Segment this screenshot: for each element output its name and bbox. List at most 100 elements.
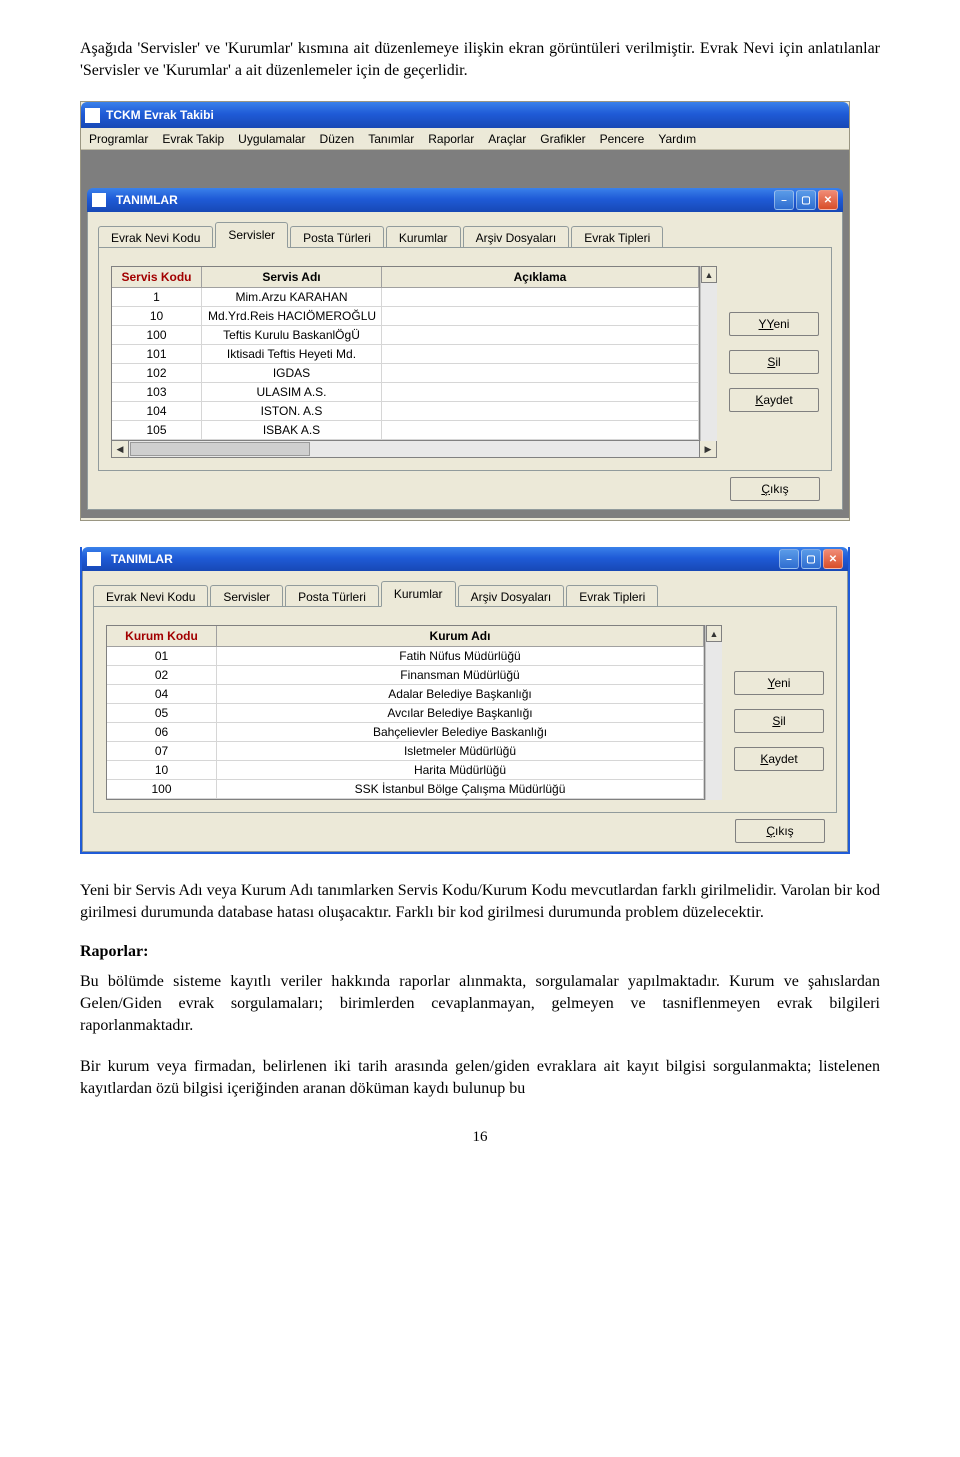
tab-servisler[interactable]: Servisler [210,585,283,608]
vertical-scrollbar[interactable]: ▲ [705,625,722,800]
scroll-left-icon[interactable]: ◀ [112,441,129,457]
tab-evrak-tipleri[interactable]: Evrak Tipleri [566,585,658,608]
menu-programlar[interactable]: Programlar [89,132,148,146]
cell: Harita Müdürlüğü [217,761,704,779]
col-servis-adi[interactable]: Servis Adı [202,267,382,287]
cell: Avcılar Belediye Başkanlığı [217,704,704,722]
app-title: TCKM Evrak Takibi [106,108,845,122]
kaydet-button[interactable]: Kaydet [734,747,824,771]
table-row[interactable]: 06Bahçelievler Belediye Baskanlığı [107,723,704,742]
cell [382,421,699,439]
col-kurum-kodu[interactable]: Kurum Kodu [107,626,217,646]
maximize-button[interactable]: ▢ [796,190,816,210]
doc-para2: Bu bölümde sisteme kayıtlı veriler hakkı… [80,971,880,1036]
menu-pencere[interactable]: Pencere [600,132,645,146]
table-row[interactable]: 01Fatih Nüfus Müdürlüğü [107,647,704,666]
menu-uygulamalar[interactable]: Uygulamalar [238,132,305,146]
cell: 06 [107,723,217,741]
cikis-button[interactable]: Çıkış [730,477,820,501]
doc-heading-raporlar: Raporlar: [80,943,880,961]
cell: 104 [112,402,202,420]
table-row[interactable]: 05Avcılar Belediye Başkanlığı [107,704,704,723]
cell: Fatih Nüfus Müdürlüğü [217,647,704,665]
menu-grafikler[interactable]: Grafikler [540,132,585,146]
menu-araclar[interactable]: Araçlar [488,132,526,146]
tab-arsiv-dosyalari[interactable]: Arşiv Dosyaları [463,226,570,249]
table-row[interactable]: 104ISTON. A.S [112,402,699,421]
close-button[interactable]: ✕ [818,190,838,210]
yeni-button[interactable]: Yeni [734,671,824,695]
cell: SSK İstanbul Bölge Çalışma Müdürlüğü [217,780,704,798]
cell: IGDAS [202,364,382,382]
col-aciklama[interactable]: Açıklama [382,267,699,287]
table-row[interactable]: 102IGDAS [112,364,699,383]
cell [382,402,699,420]
cell: Md.Yrd.Reis HACIÖMEROĞLU [202,307,382,325]
menu-yardim[interactable]: Yardım [658,132,696,146]
servisler-grid[interactable]: Servis Kodu Servis Adı Açıklama 1Mim.Arz… [111,266,700,441]
table-row[interactable]: 101Iktisadi Teftis Heyeti Md. [112,345,699,364]
table-row[interactable]: 100SSK İstanbul Bölge Çalışma Müdürlüğü [107,780,704,799]
screenshot-kurumlar: TANIMLAR – ▢ ✕ Evrak Nevi Kodu Servisler… [80,547,850,854]
col-servis-kodu[interactable]: Servis Kodu [112,267,202,287]
cell: Adalar Belediye Başkanlığı [217,685,704,703]
vertical-scrollbar[interactable]: ▲ [700,266,717,441]
cikis-button[interactable]: Çıkış [735,819,825,843]
tab-posta-turleri[interactable]: Posta Türleri [285,585,379,608]
scroll-up-icon[interactable]: ▲ [706,625,722,642]
doc-intro: Aşağıda 'Servisler' ve 'Kurumlar' kısmın… [80,38,880,81]
minimize-button[interactable]: – [779,549,799,569]
table-row[interactable]: 07Isletmeler Müdürlüğü [107,742,704,761]
table-row[interactable]: 103ULASIM A.S. [112,383,699,402]
child-titlebar: TANIMLAR – ▢ ✕ [87,188,843,212]
tab-evrak-tipleri[interactable]: Evrak Tipleri [571,226,663,249]
tab-evrak-nevi-kodu[interactable]: Evrak Nevi Kodu [98,226,213,249]
sil-button[interactable]: Sil [729,350,819,374]
table-row[interactable]: 100Teftis Kurulu BaskanlÖgÜ [112,326,699,345]
table-row[interactable]: 10Md.Yrd.Reis HACIÖMEROĞLU [112,307,699,326]
menu-duzen[interactable]: Düzen [320,132,355,146]
cell: Isletmeler Müdürlüğü [217,742,704,760]
yeni-button[interactable]: YYeniYeni [729,312,819,336]
table-row[interactable]: 105ISBAK A.S [112,421,699,440]
cell: 1 [112,288,202,306]
cell: 10 [112,307,202,325]
tabs: Evrak Nevi Kodu Servisler Posta Türleri … [98,222,832,248]
kaydet-button[interactable]: Kaydet [729,388,819,412]
tab-kurumlar[interactable]: Kurumlar [381,581,456,607]
cell [382,383,699,401]
menu-evrak-takip[interactable]: Evrak Takip [162,132,224,146]
minimize-button[interactable]: – [774,190,794,210]
tab-kurumlar[interactable]: Kurumlar [386,226,461,249]
scroll-up-icon[interactable]: ▲ [701,266,717,283]
table-row[interactable]: 1Mim.Arzu KARAHAN [112,288,699,307]
sil-button[interactable]: Sil [734,709,824,733]
table-row[interactable]: 10Harita Müdürlüğü [107,761,704,780]
cell: 01 [107,647,217,665]
tab-servisler[interactable]: Servisler [215,222,288,248]
table-row[interactable]: 04Adalar Belediye Başkanlığı [107,685,704,704]
kurumlar-grid[interactable]: Kurum Kodu Kurum Adı 01Fatih Nüfus Müdür… [106,625,705,800]
cell: 07 [107,742,217,760]
tab-posta-turleri[interactable]: Posta Türleri [290,226,384,249]
tab-arsiv-dosyalari[interactable]: Arşiv Dosyaları [458,585,565,608]
maximize-button[interactable]: ▢ [801,549,821,569]
close-button[interactable]: ✕ [823,549,843,569]
screenshot-servisler: TCKM Evrak Takibi Programlar Evrak Takip… [80,101,850,521]
child-title-2: TANIMLAR [106,552,779,566]
cell: 05 [107,704,217,722]
app-icon [85,108,100,123]
menu-raporlar[interactable]: Raporlar [428,132,474,146]
scroll-right-icon[interactable]: ▶ [699,441,716,457]
col-kurum-adi[interactable]: Kurum Adı [217,626,704,646]
scroll-thumb[interactable] [130,442,310,456]
horizontal-scrollbar[interactable]: ◀ ▶ [111,441,717,458]
cell: Finansman Müdürlüğü [217,666,704,684]
cell [382,307,699,325]
cell: 02 [107,666,217,684]
table-row[interactable]: 02Finansman Müdürlüğü [107,666,704,685]
menu-tanimlar[interactable]: Tanımlar [368,132,414,146]
cell: Bahçelievler Belediye Baskanlığı [217,723,704,741]
tab-evrak-nevi-kodu[interactable]: Evrak Nevi Kodu [93,585,208,608]
doc-para3: Bir kurum veya firmadan, belirlenen iki … [80,1056,880,1099]
